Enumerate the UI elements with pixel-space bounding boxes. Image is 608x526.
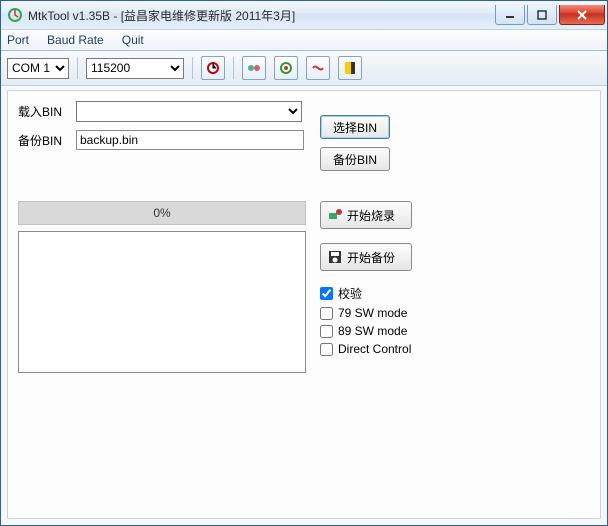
save-icon: [327, 249, 343, 265]
minimize-button[interactable]: [495, 5, 525, 25]
direct-check-input[interactable]: [320, 343, 333, 356]
sw89-checkbox[interactable]: 89 SW mode: [320, 324, 412, 338]
verify-label: 校验: [338, 285, 362, 302]
backup-bin-label: 备份BIN: [18, 132, 76, 149]
start-burn-label: 开始烧录: [347, 207, 395, 224]
menu-port[interactable]: Port: [7, 33, 29, 47]
burn-icon: [327, 207, 343, 223]
menu-baud[interactable]: Baud Rate: [47, 33, 104, 47]
load-bin-label: 载入BIN: [18, 103, 76, 120]
start-burn-button[interactable]: 开始烧录: [320, 201, 412, 229]
load-bin-select[interactable]: [76, 101, 302, 122]
app-icon: [7, 7, 23, 23]
exit-icon[interactable]: [338, 56, 362, 80]
start-backup-button[interactable]: 开始备份: [320, 243, 412, 271]
sw89-check-input[interactable]: [320, 325, 333, 338]
progress-bar: 0%: [18, 201, 306, 225]
close-button[interactable]: [559, 5, 605, 25]
direct-checkbox[interactable]: Direct Control: [320, 342, 412, 356]
toolbar: COM 1 115200: [1, 51, 607, 86]
sw79-checkbox[interactable]: 79 SW mode: [320, 306, 412, 320]
select-bin-button[interactable]: 选择BIN: [320, 115, 390, 139]
backup-bin-button[interactable]: 备份BIN: [320, 147, 390, 171]
start-backup-label: 开始备份: [347, 249, 395, 266]
link-icon[interactable]: [306, 56, 330, 80]
sw89-label: 89 SW mode: [338, 324, 407, 338]
tool-icon-2[interactable]: [274, 56, 298, 80]
window-title: MtkTool v1.35B - [益昌家电维修更新版 2011年3月]: [28, 7, 493, 24]
refresh-icon[interactable]: [201, 56, 225, 80]
sw79-check-input[interactable]: [320, 307, 333, 320]
separator: [77, 57, 78, 79]
menu-quit[interactable]: Quit: [122, 33, 144, 47]
verify-checkbox[interactable]: 校验: [320, 285, 412, 302]
progress-text: 0%: [153, 206, 170, 220]
direct-label: Direct Control: [338, 342, 411, 356]
titlebar: MtkTool v1.35B - [益昌家电维修更新版 2011年3月]: [1, 1, 607, 30]
verify-check-input[interactable]: [320, 287, 333, 300]
content-area: 载入BIN 备份BIN 选择BIN 备份BIN 0%: [1, 86, 607, 525]
separator: [192, 57, 193, 79]
log-textarea[interactable]: [18, 231, 306, 373]
baud-rate-select[interactable]: 115200: [86, 58, 184, 79]
com-port-select[interactable]: COM 1: [7, 58, 69, 79]
maximize-button[interactable]: [527, 5, 557, 25]
separator: [233, 57, 234, 79]
backup-bin-input[interactable]: [76, 130, 304, 150]
tool-icon-1[interactable]: [242, 56, 266, 80]
menubar: Port Baud Rate Quit: [1, 30, 607, 51]
sw79-label: 79 SW mode: [338, 306, 407, 320]
